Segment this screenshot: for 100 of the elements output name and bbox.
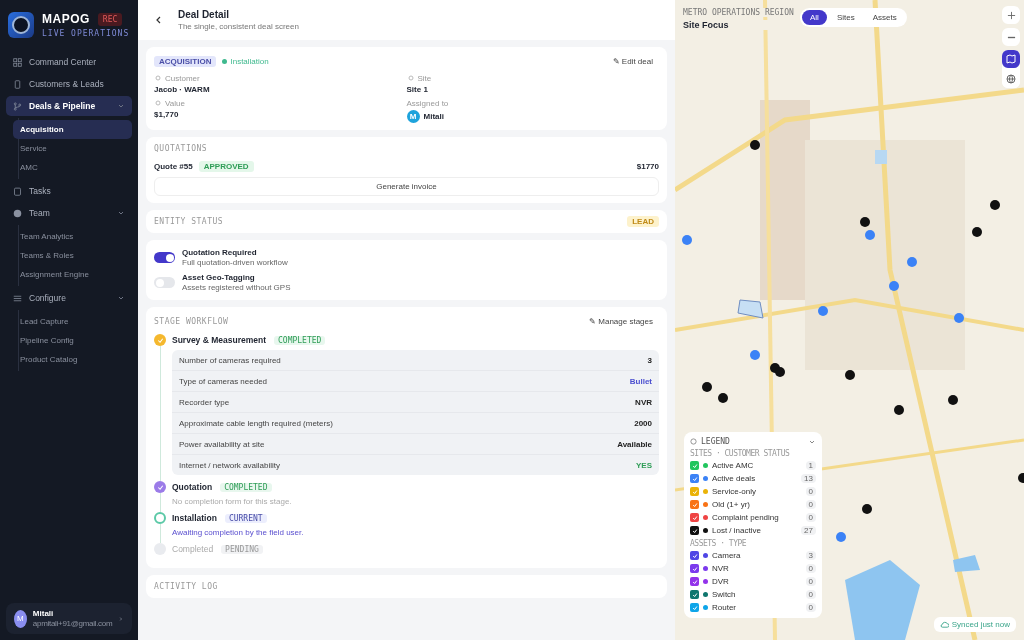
stage-name: Installation xyxy=(172,513,217,523)
stage-name: Quotation xyxy=(172,482,213,492)
nav-subitem[interactable]: Acquisition xyxy=(13,120,132,139)
legend-count: 13 xyxy=(801,474,816,483)
zoom-in-button[interactable] xyxy=(1002,6,1020,24)
field-value: Site 1 xyxy=(406,85,428,94)
legend-label: Router xyxy=(712,603,737,612)
stage-name: Completed xyxy=(172,544,214,554)
table-cell: YES xyxy=(636,460,652,470)
legend-label: Active AMC xyxy=(712,461,755,470)
field-label: Assigned to xyxy=(406,99,450,108)
nav-icon xyxy=(13,186,22,196)
nav-subitem[interactable]: Lead Capture xyxy=(13,312,132,331)
legend-checkbox[interactable] xyxy=(690,526,699,535)
field-icon xyxy=(406,74,415,83)
globe-icon xyxy=(1006,74,1016,84)
user-card[interactable]: M Mitali apmitali+91@gmail.com xyxy=(6,603,132,634)
table-cell: Internet / network availability xyxy=(179,460,280,470)
legend-checkbox[interactable] xyxy=(690,461,699,470)
toggle-description: Assets registered without GPS xyxy=(182,283,291,292)
section-heading: STAGE WORKFLOW xyxy=(154,317,229,326)
toggle-description: Full quotation-driven workflow xyxy=(182,258,288,267)
legend-label: DVR xyxy=(712,577,730,586)
table-cell: Bullet xyxy=(629,376,652,386)
nav-item[interactable]: Tasks xyxy=(6,181,132,201)
legend-label: NVR xyxy=(712,564,730,573)
table-cell: Type of cameras needed xyxy=(179,376,268,386)
legend-label: Service-only xyxy=(712,487,757,496)
legend-title: LEGEND xyxy=(701,437,731,446)
legend-label: Camera xyxy=(712,551,742,560)
nav-subitem[interactable]: AMC xyxy=(13,158,132,177)
table-cell: NVR xyxy=(635,397,652,407)
quote-name: Quote #55 xyxy=(154,162,193,171)
field-value: Jacob · WARM xyxy=(154,85,210,94)
legend-checkbox[interactable] xyxy=(690,500,699,509)
field-value: $1,770 xyxy=(154,110,179,119)
user-avatar: M xyxy=(14,609,27,628)
legend-checkbox[interactable] xyxy=(690,603,699,612)
legend-checkbox[interactable] xyxy=(690,551,699,560)
nav-subitem[interactable]: Pipeline Config xyxy=(13,331,132,350)
legend-count: 0 xyxy=(805,564,816,573)
nav-subitem[interactable]: Assignment Engine xyxy=(13,265,132,284)
stage-name: Survey & Measurement xyxy=(172,335,266,345)
toggle-title: Asset Geo-Tagging xyxy=(182,273,256,282)
legend-label: Lost / inactive xyxy=(712,526,762,535)
legend-count: 0 xyxy=(805,603,816,612)
stage-status: PENDING xyxy=(221,544,263,554)
deal-stage: Installation xyxy=(222,57,269,66)
brand-name: MAPOG xyxy=(42,12,90,26)
legend-checkbox[interactable] xyxy=(690,564,699,573)
filter-tab[interactable]: All xyxy=(802,10,827,25)
user-name: Mitali xyxy=(32,609,55,618)
generate-invoice-button[interactable]: Generate invoice xyxy=(154,177,659,196)
legend-checkbox[interactable] xyxy=(690,577,699,586)
table-cell: 3 xyxy=(647,355,652,365)
chevron-icon xyxy=(118,614,124,623)
logo-icon xyxy=(8,12,34,38)
field-value: Mitali xyxy=(423,112,444,121)
toggle-switch[interactable] xyxy=(154,277,175,288)
legend-checkbox[interactable] xyxy=(690,474,699,483)
map-region: METRO OPERATIONS REGION xyxy=(683,8,794,17)
nav-item[interactable]: Command Center xyxy=(6,52,132,72)
nav-subitem[interactable]: Service xyxy=(13,139,132,158)
filter-tab[interactable]: Sites xyxy=(828,10,863,25)
field-icon xyxy=(154,74,162,83)
rec-badge: REC xyxy=(97,12,123,26)
nav-item[interactable]: Configure xyxy=(6,288,132,308)
legend-count: 0 xyxy=(805,590,816,599)
field-label: Customer xyxy=(154,74,407,83)
stage-note: Awaiting completion by the field user. xyxy=(172,528,305,537)
legend-count: 0 xyxy=(805,577,816,586)
map-icon xyxy=(1006,54,1016,64)
nav-item[interactable]: Team xyxy=(6,203,132,223)
table-cell: Recorder type xyxy=(179,397,230,407)
nav-icon xyxy=(13,293,22,303)
legend-checkbox[interactable] xyxy=(690,590,699,599)
field-icon xyxy=(154,99,162,108)
page-title: Deal Detail xyxy=(178,9,231,20)
map-layer-button[interactable] xyxy=(1002,50,1020,68)
toggle-switch[interactable] xyxy=(154,252,175,263)
legend-count: 3 xyxy=(805,551,816,560)
nav-item[interactable]: Deals & Pipeline xyxy=(6,96,132,116)
nav-subitem[interactable]: Product Catalog xyxy=(13,350,132,369)
legend-heading: SITES · CUSTOMER STATUS xyxy=(690,449,791,458)
plus-icon xyxy=(1006,10,1016,20)
page-subtitle: The single, consistent deal screen xyxy=(178,22,299,31)
legend-count: 0 xyxy=(805,513,816,522)
legend-heading: ASSETS · TYPE xyxy=(690,539,748,548)
legend-checkbox[interactable] xyxy=(690,487,699,496)
quote-amount: $1770 xyxy=(636,162,659,171)
section-heading: QUOTATIONS xyxy=(154,144,209,153)
lead-badge: LEAD xyxy=(627,216,659,227)
legend-label: Active deals xyxy=(712,474,757,483)
nav-item[interactable]: Customers & Leads xyxy=(6,74,132,94)
section-heading: ENTITY STATUS xyxy=(154,217,224,226)
filter-tab[interactable]: Assets xyxy=(864,10,905,25)
nav-subitem[interactable]: Team Analytics xyxy=(13,227,132,246)
legend-checkbox[interactable] xyxy=(690,513,699,522)
nav-subitem[interactable]: Teams & Roles xyxy=(13,246,132,265)
legend-count: 1 xyxy=(805,461,816,470)
